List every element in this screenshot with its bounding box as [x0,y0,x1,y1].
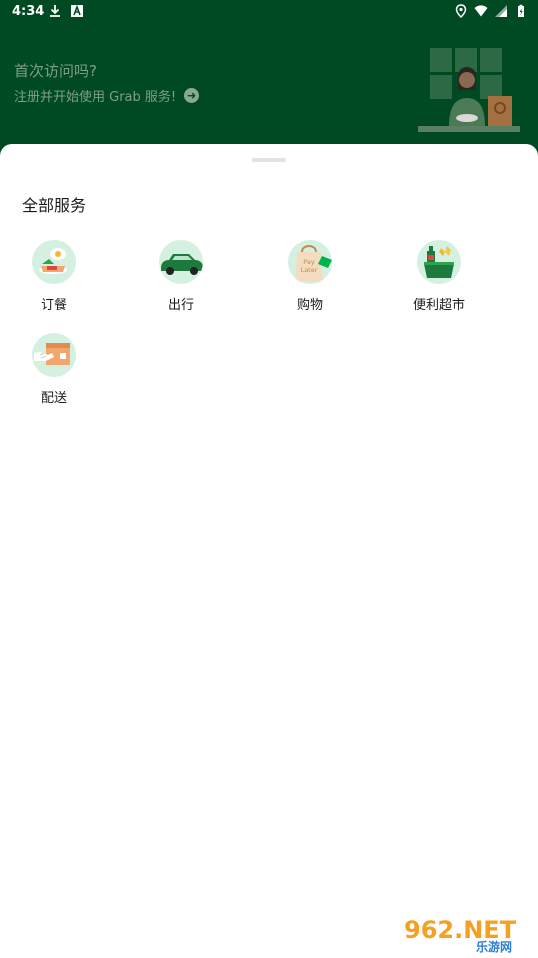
banner-signup-link[interactable]: 注册并开始使用 Grab 服务! ➜ [14,86,200,105]
service-label: 便利超市 [412,298,465,313]
wifi-icon [474,5,488,17]
service-grocery[interactable]: 便利超市 [394,240,484,313]
watermark-logo: 962.NET 乐游网 [398,912,532,954]
banner-subtitle: 注册并开始使用 Grab 服务! [14,90,177,105]
pay-text: Pay [303,258,315,266]
welcome-banner[interactable]: 首次访问吗? 注册并开始使用 Grab 服务! ➜ [0,24,538,148]
text-icon [71,4,83,17]
service-label: 出行 [167,298,194,313]
service-food[interactable]: 订餐 [9,240,99,313]
delivery-icon [32,333,76,377]
food-icon [32,240,76,284]
download-icon [50,5,60,17]
watermark-subtext: 乐游网 [476,939,512,954]
services-bottom-sheet[interactable]: 全部服务 订餐 出行 Pay Later 购物 便利超市 配送 [0,144,538,958]
later-text: Later [301,266,318,274]
status-time: 4:34 [12,4,45,19]
grocery-icon [417,240,461,284]
woman-with-food-illustration [418,48,520,132]
battery-icon [518,4,524,17]
signal-icon [495,5,507,17]
service-label: 配送 [40,391,67,406]
service-label: 购物 [296,298,323,313]
service-shopping[interactable]: Pay Later 购物 [265,240,355,313]
section-title: 全部服务 [22,196,87,215]
sheet-drag-handle[interactable] [252,158,286,162]
location-icon [455,4,467,18]
service-label: 订餐 [40,298,67,313]
car-icon [159,240,203,284]
banner-title: 首次访问吗? [14,62,97,80]
service-delivery[interactable]: 配送 [9,333,99,406]
service-transport[interactable]: 出行 [136,240,226,313]
pay-later-bag-icon: Pay Later [288,240,332,284]
arrow-right-icon[interactable]: ➜ [184,88,200,103]
status-bar: 4:34 [0,0,538,24]
